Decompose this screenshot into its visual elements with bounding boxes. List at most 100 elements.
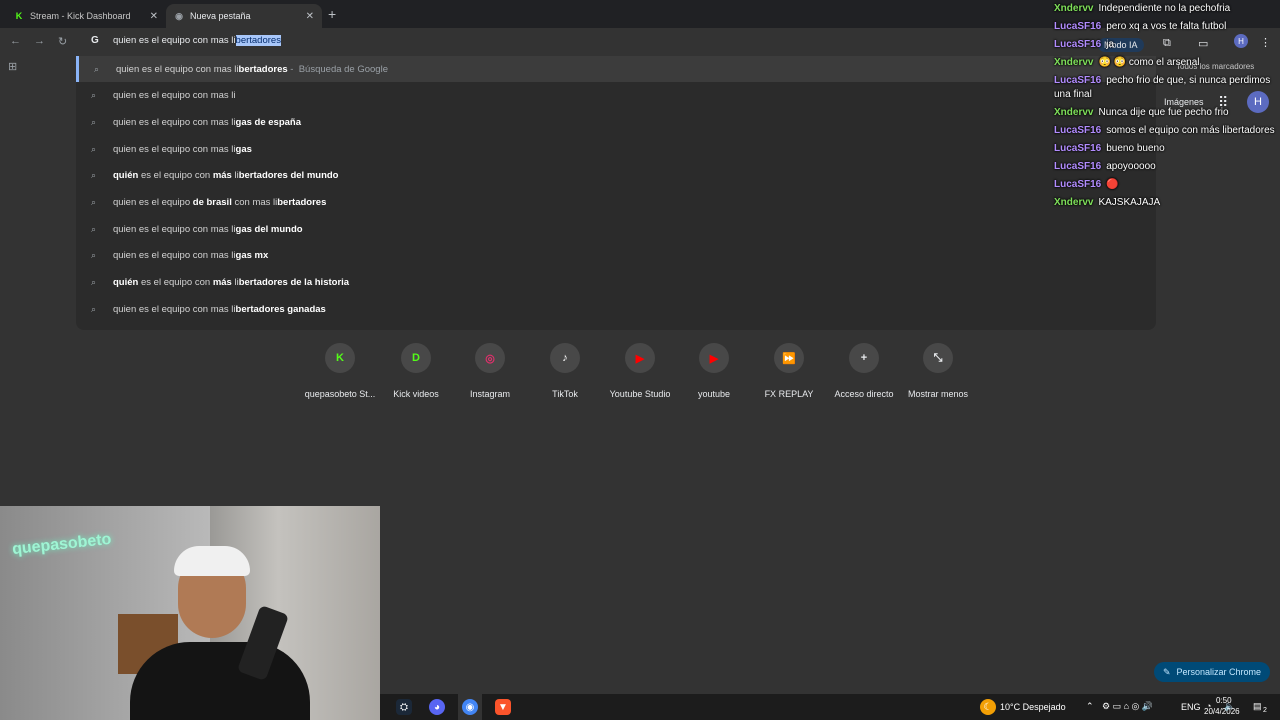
omnibox-suggestions: ⌕ quien es el equipo con mas libertadores…: [76, 56, 1156, 330]
tray-icons[interactable]: ⚙ ▭ ⌂ ◎ 🔊: [1102, 701, 1153, 712]
chat-message: LucaSF16 🔴: [1054, 178, 1280, 192]
new-tab-button[interactable]: +: [328, 6, 336, 22]
suggestion-item[interactable]: ⌕ quien es el equipo con mas li: [76, 83, 1156, 109]
suggestion-fragment: quien es el equipo con mas li: [113, 223, 236, 235]
chat-message: LucaSF16 ja: [1054, 38, 1280, 52]
back-icon[interactable]: ←: [10, 35, 21, 47]
plus-icon: +: [849, 343, 879, 373]
close-icon[interactable]: ✕: [150, 11, 158, 22]
suggestion-item[interactable]: ⌕ quien es el equipo con mas ligas mx: [76, 243, 1156, 269]
suggestion-fragment: quien es el equipo con mas li: [113, 303, 236, 315]
reload-icon[interactable]: ↻: [58, 35, 67, 48]
shortcut-tile[interactable]: + Acceso directo: [826, 342, 902, 399]
suggestion-item[interactable]: ⌕ quien es el equipo con mas libertadores…: [76, 296, 1156, 322]
chat-text: bueno bueno: [1106, 143, 1165, 154]
chat-username[interactable]: Xndervv: [1054, 57, 1093, 68]
suggestion-item[interactable]: ⌕ quien es el equipo de brasil con mas li…: [76, 190, 1156, 216]
collapse-icon: ⤡: [923, 343, 953, 373]
chat-username[interactable]: Xndervv: [1054, 197, 1093, 208]
suggestion-item[interactable]: ⌕ quién es el equipo con más libertadores…: [76, 270, 1156, 296]
chrome-taskbar-icon[interactable]: ◉: [462, 699, 478, 715]
chat-text: ja: [1106, 39, 1115, 50]
shortcut-tile[interactable]: ⏩ FX REPLAY: [751, 342, 827, 399]
notifications-icon[interactable]: ▤: [1253, 701, 1262, 712]
shortcut-label: TikTok: [552, 389, 578, 399]
suggestion-text: quién es el equipo con más libertadores …: [113, 277, 349, 288]
suggestion-fragment: quién: [113, 277, 139, 289]
tab-new-tab[interactable]: ◉ Nueva pestaña ✕: [166, 4, 322, 28]
suggestion-fragment: bertadores de la historia: [238, 277, 350, 289]
chat-username[interactable]: LucaSF16: [1054, 75, 1101, 86]
shortcut-tile[interactable]: ◎ Instagram: [452, 342, 528, 399]
clock-date[interactable]: 20/4/2026: [1204, 707, 1240, 716]
suggestion-fragment: bertadores del mundo: [238, 170, 339, 182]
suggestion-fragment: quien es el equipo con mas li: [113, 143, 236, 155]
suggestion-fragment: más: [212, 170, 232, 182]
search-icon: ⌕: [91, 116, 97, 127]
pencil-icon: ✎: [1162, 666, 1171, 677]
suggestion-item[interactable]: ⌕ quien es el equipo con mas ligas del mu…: [76, 216, 1156, 242]
suggestion-fragment: bertadores: [277, 197, 327, 208]
chat-username[interactable]: LucaSF16: [1054, 125, 1101, 136]
shortcut-label: Acceso directo: [834, 389, 894, 399]
webcam-overlay: quepasobeto: [0, 506, 380, 720]
chat-text: Nunca dije que fue pecho frio: [1098, 107, 1229, 118]
shortcut-tile[interactable]: ♪ TikTok: [527, 342, 603, 399]
suggestion-item[interactable]: ⌕ quien es el equipo con mas libertadores…: [76, 56, 1156, 82]
chevron-up-icon[interactable]: ⌃: [1086, 701, 1094, 712]
apps-grid-icon[interactable]: ⊞: [8, 60, 17, 73]
clock-time[interactable]: 0:50: [1216, 696, 1232, 705]
weather-icon[interactable]: ☾: [980, 699, 996, 715]
suggestion-text: quien es el equipo con mas libertadores …: [113, 304, 326, 315]
chat-message: Xndervv KAJSKAJAJA: [1054, 196, 1280, 210]
chat-text: KAJSKAJAJA: [1098, 197, 1161, 208]
chat-username[interactable]: Xndervv: [1054, 107, 1093, 118]
search-icon: ⌕: [91, 170, 97, 181]
brave-icon[interactable]: ▼: [495, 699, 511, 715]
language-indicator[interactable]: ENG: [1181, 702, 1201, 712]
streamer: [130, 546, 310, 720]
suggestion-text: quien es el equipo con mas ligas: [113, 144, 252, 155]
chat-username[interactable]: Xndervv: [1054, 3, 1093, 14]
chat-username[interactable]: LucaSF16: [1054, 39, 1101, 50]
shortcut-tile[interactable]: ▶ youtube: [676, 342, 752, 399]
omnibox-autocomplete: bertadores: [235, 35, 281, 46]
customize-chrome-button[interactable]: ✎ Personalizar Chrome: [1154, 662, 1270, 682]
forward-icon[interactable]: →: [34, 35, 45, 47]
chat-username[interactable]: LucaSF16: [1054, 21, 1101, 32]
shortcut-tile[interactable]: D Kick videos: [378, 342, 454, 399]
suggestion-item[interactable]: ⌕ quien es el equipo con mas ligas: [76, 136, 1156, 162]
chat-username[interactable]: LucaSF16: [1054, 143, 1101, 154]
search-icon: ⌕: [91, 143, 97, 154]
suggestion-fragment: con mas li: [231, 197, 278, 208]
shortcut-tile[interactable]: Kquepasobeto St...: [302, 342, 378, 399]
suggestion-item[interactable]: ⌕ quien es el equipo con mas ligas de esp…: [76, 109, 1156, 135]
omnibox-input[interactable]: quien es el equipo con mas libertadores: [113, 35, 281, 46]
shortcut-label: Kick videos: [393, 389, 439, 399]
steam-icon[interactable]: ⛭: [396, 699, 412, 715]
suggestion-text: quien es el equipo con mas ligas mx: [113, 250, 268, 261]
shortcut-tile[interactable]: ▶ Youtube Studio: [602, 342, 678, 399]
close-icon[interactable]: ✕: [306, 11, 314, 22]
suggestion-fragment: quién: [113, 170, 139, 182]
kick-videos-icon: D: [401, 343, 431, 373]
chat-username[interactable]: LucaSF16: [1054, 161, 1101, 172]
suggestion-fragment: gas del mundo: [235, 223, 303, 235]
chat-username[interactable]: LucaSF16: [1054, 179, 1101, 190]
tab-kick-dashboard[interactable]: K Stream - Kick Dashboard ✕: [6, 4, 166, 28]
chat-message: LucaSF16 apoyooooo: [1054, 160, 1280, 174]
suggestion-fragment: quien es el equipo con mas li: [116, 63, 239, 75]
search-icon: ⌕: [91, 223, 97, 234]
suggestion-text: quién es el equipo con más libertadores …: [113, 170, 338, 181]
notification-count: 2: [1263, 707, 1267, 714]
weather-text[interactable]: 10°C Despejado: [1000, 702, 1066, 712]
shortcut-tile[interactable]: ⤡ Mostrar menos: [900, 342, 976, 399]
suggestion-fragment: gas: [235, 143, 252, 155]
discord-icon[interactable]: ◕: [429, 699, 445, 715]
chat-message: LucaSF16 pero xq a vos te falta futbol: [1054, 20, 1280, 34]
shortcut-label: quepasobeto St...: [304, 389, 376, 399]
customize-chrome-label: Personalizar Chrome: [1176, 667, 1262, 677]
suggestion-fragment: de brasil: [192, 197, 232, 208]
instagram-icon: ◎: [475, 343, 505, 373]
suggestion-item[interactable]: ⌕ quién es el equipo con más libertadores…: [76, 163, 1156, 189]
